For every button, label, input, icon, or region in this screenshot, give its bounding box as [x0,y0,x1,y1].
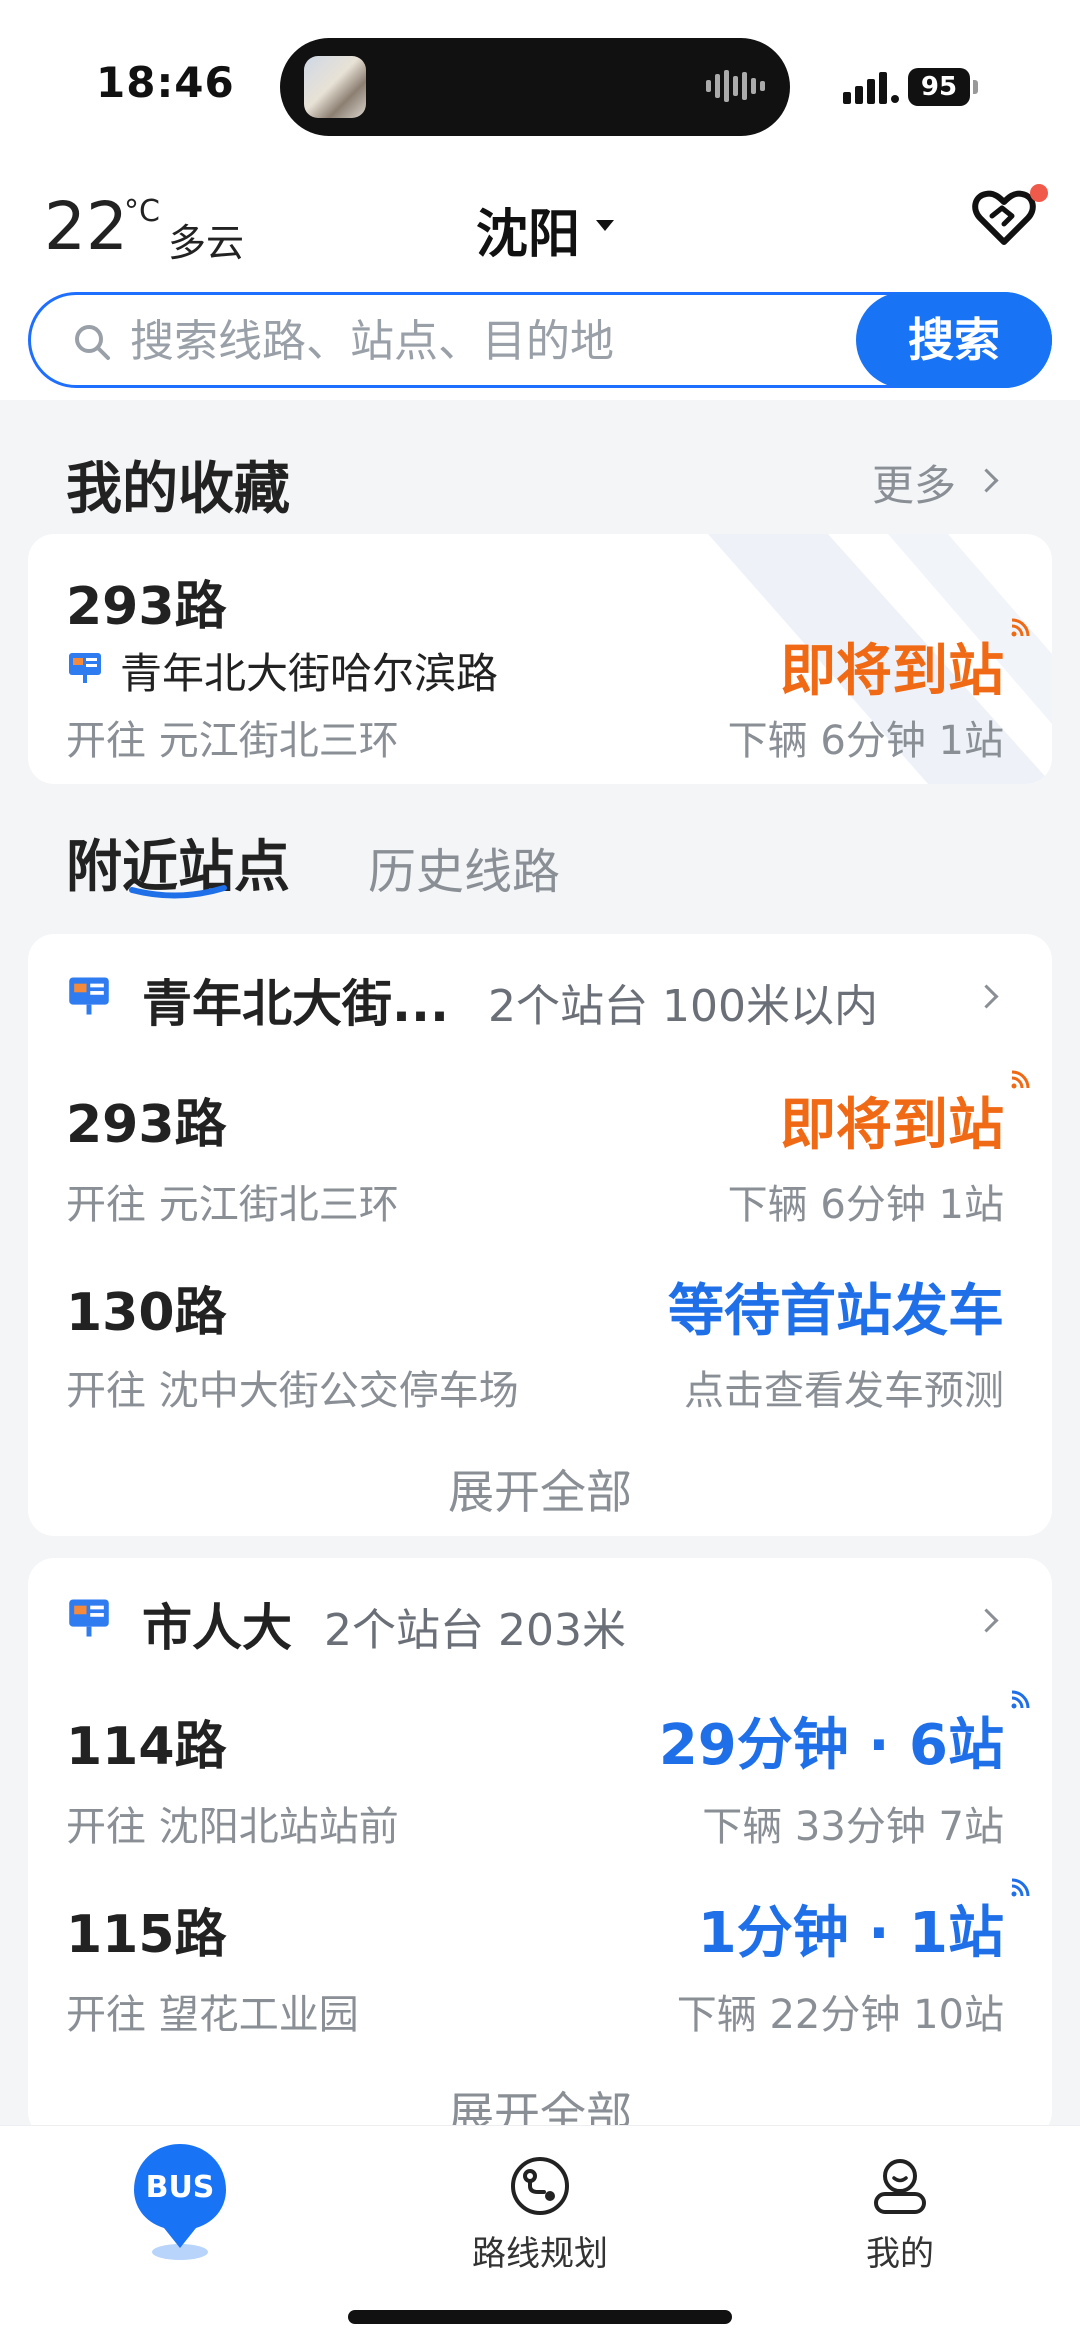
favorites-title: 我的收藏 [66,457,290,522]
departure-prediction-link[interactable]: 点击查看发车预测 [560,1358,1004,1416]
route-next-bus: 下辆 6分钟 1站 [727,1182,1004,1228]
favorite-route-number: 293路 [66,577,227,637]
route-status: 29分钟 · 6站 [658,1713,1004,1778]
favorite-status: 即将到站 [780,639,1004,704]
weather-text: 多云 [168,221,245,265]
realtime-signal-icon [1011,618,1030,637]
chevron-right-icon[interactable] [974,468,999,493]
favorite-direction: 开往 元江街北三环 [66,718,399,764]
realtime-signal-icon [1011,1878,1030,1897]
route-plan-tab-label[interactable]: 路线规划 [440,2226,640,2275]
favorite-stop-name: 青年北大街哈尔滨路 [120,649,499,698]
bus-tab-label[interactable]: BUS [134,2170,226,2205]
profile-icon[interactable] [868,2154,932,2218]
search-button[interactable]: 搜索 [856,292,1052,388]
city-selector[interactable]: 沈阳 [476,192,580,267]
temperature-unit: °C [124,194,160,229]
bus-stop-sign-icon [69,977,109,1015]
nearby-stop-name[interactable]: 市人大 [142,1588,292,1660]
route-next-bus: 下辆 33分钟 7站 [702,1804,1004,1850]
realtime-signal-icon [1011,1690,1030,1709]
notification-dot [1030,184,1048,202]
now-playing-thumbnail[interactable] [304,56,366,118]
mine-tab-label[interactable]: 我的 [800,2226,1000,2275]
route-status: 即将到站 [780,1093,1004,1158]
bus-stop-sign-icon [69,653,101,683]
route-status: 1分钟 · 1站 [697,1901,1004,1966]
battery-tip [973,80,978,94]
search-input[interactable] [128,304,832,378]
route-plan-icon[interactable] [508,2154,572,2218]
route-number[interactable]: 114路 [66,1704,227,1779]
route-direction: 开往 望花工业园 [66,1992,359,2038]
cellular-signal-icon [843,72,899,104]
route-direction: 开往 沈阳北站站前 [66,1804,399,1850]
expand-all-button[interactable]: 展开全部 [28,1456,1052,1522]
caret-down-icon[interactable] [596,220,614,231]
nearby-stop-meta: 2个站台 203米 [324,1605,626,1656]
audio-wave-icon [706,70,765,102]
route-direction: 开往 沈中大街公交停车场 [66,1368,519,1414]
battery-indicator: 95 [908,68,970,106]
status-time: 18:46 [96,58,235,107]
home-indicator[interactable] [348,2310,732,2324]
favorite-next-bus: 下辆 6分钟 1站 [727,718,1004,764]
realtime-signal-icon [1011,1070,1030,1089]
route-number[interactable]: 130路 [66,1270,227,1345]
route-number[interactable]: 115路 [66,1892,227,1967]
care-heart-icon[interactable] [972,186,1036,250]
route-direction: 开往 元江街北三环 [66,1182,399,1228]
bus-stop-sign-icon [69,1599,109,1637]
search-icon [75,325,110,360]
route-next-bus: 下辆 22分钟 10站 [676,1992,1004,2038]
route-status: 等待首站发车 [668,1279,1004,1344]
tab-history-routes[interactable]: 历史线路 [368,832,560,902]
temperature-value: 22 [44,188,128,265]
favorites-more-link[interactable]: 更多 [872,452,956,513]
nearby-stop-meta: 2个站台 100米以内 [488,981,878,1032]
nearby-stop-name[interactable]: 青年北大街... [142,964,449,1036]
route-number[interactable]: 293路 [66,1082,227,1157]
tab-active-indicator [129,885,227,899]
